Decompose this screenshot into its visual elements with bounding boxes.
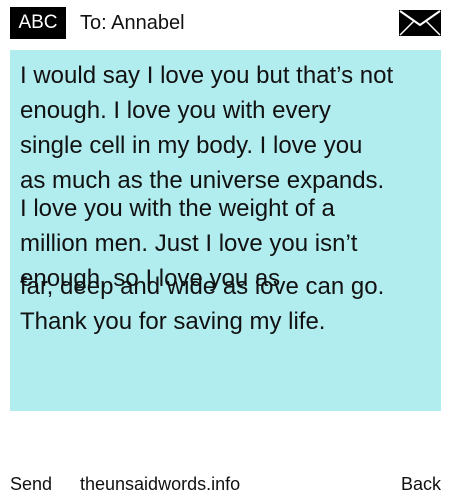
message-text-part-3: far, deep and wide as love can go. Thank…: [20, 273, 385, 335]
abc-badge: ABC: [10, 7, 66, 39]
bottom-bar: Send theunsaidwords.info Back: [0, 470, 450, 498]
recipient-label: To: Annabel: [80, 12, 185, 34]
envelope-icon[interactable]: [399, 10, 441, 36]
site-link[interactable]: theunsaidwords.info: [80, 470, 240, 498]
back-button[interactable]: Back: [401, 470, 441, 498]
message-text-part-1: I would say I love you but that’s not en…: [20, 62, 394, 194]
message-area[interactable]: I would say I love you but that’s not en…: [10, 50, 441, 411]
send-button[interactable]: Send: [10, 470, 52, 498]
